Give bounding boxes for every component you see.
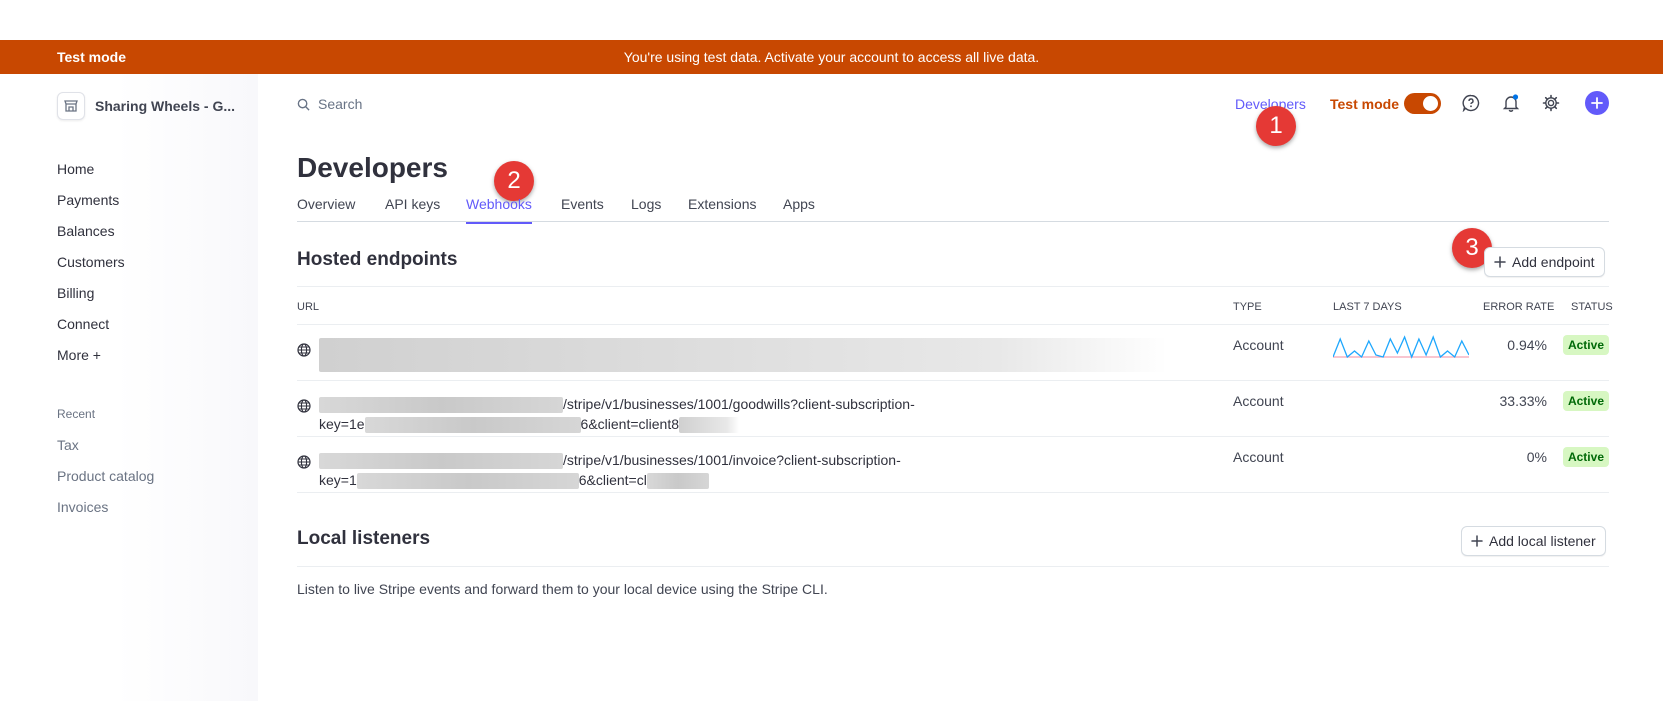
table-row[interactable]: Account 0.94% Active	[297, 325, 1609, 381]
endpoint-url-line2: 6&client=client8	[580, 416, 679, 432]
add-endpoint-button[interactable]: Add endpoint	[1484, 247, 1605, 277]
test-mode-toggle[interactable]	[1404, 93, 1441, 114]
recent-heading: Recent	[57, 407, 96, 421]
main-nav: Home Payments Balances Customers Billing…	[57, 154, 125, 371]
nav-item-payments[interactable]: Payments	[57, 185, 125, 216]
create-plus-icon[interactable]	[1585, 91, 1609, 115]
help-icon[interactable]	[1459, 91, 1483, 115]
banner-message: You're using test data. Activate your ac…	[623, 49, 1040, 65]
endpoint-url: /stripe/v1/businesses/1001/goodwills?cli…	[319, 394, 915, 434]
annotation-badge-1: 1	[1256, 106, 1296, 146]
sparkline-series	[1333, 335, 1469, 359]
tab-apps[interactable]: Apps	[783, 196, 815, 212]
divider	[297, 566, 1609, 567]
nav-item-balances[interactable]: Balances	[57, 216, 125, 247]
redacted-text	[679, 417, 739, 434]
endpoint-type: Account	[1233, 449, 1284, 465]
plus-icon	[1471, 535, 1483, 547]
endpoint-error-rate: 0%	[1526, 449, 1547, 465]
tab-api-keys[interactable]: API keys	[385, 196, 440, 212]
redacted-text	[364, 417, 581, 434]
local-listeners-title: Local listeners	[297, 528, 431, 549]
endpoint-url-line2-prefix: key=1	[319, 472, 357, 488]
recent-item-invoices[interactable]: Invoices	[57, 492, 154, 523]
status-badge: Active	[1562, 335, 1609, 355]
divider	[297, 286, 1609, 287]
endpoint-type: Account	[1233, 337, 1284, 353]
banner-mode-label: Test mode	[57, 49, 126, 65]
local-listeners-description: Listen to live Stripe events and forward…	[297, 581, 828, 597]
endpoint-error-rate: 33.33%	[1499, 393, 1547, 409]
endpoint-url-line2: 6&client=cl	[578, 472, 647, 488]
globe-icon	[297, 455, 311, 469]
tab-webhooks[interactable]: Webhooks	[466, 196, 532, 224]
tab-overview[interactable]: Overview	[297, 196, 355, 212]
endpoint-url-line1: /stripe/v1/businesses/1001/invoice?clien…	[563, 452, 901, 468]
column-header-error-rate: ERROR RATE	[1483, 301, 1555, 313]
sidebar: Sharing Wheels - G... Home Payments Bala…	[0, 74, 258, 701]
redacted-url	[319, 338, 1167, 372]
nav-item-customers[interactable]: Customers	[57, 247, 125, 278]
plus-icon	[1494, 256, 1506, 268]
tab-logs[interactable]: Logs	[631, 196, 661, 212]
recent-list: Tax Product catalog Invoices	[57, 430, 154, 523]
endpoint-url-line1: /stripe/v1/businesses/1001/goodwills?cli…	[563, 396, 915, 412]
table-row[interactable]: /stripe/v1/businesses/1001/goodwills?cli…	[297, 381, 1609, 437]
endpoint-url-line2-prefix: key=1e	[319, 416, 365, 432]
recent-item-tax[interactable]: Tax	[57, 430, 154, 461]
column-header-type: TYPE	[1233, 301, 1262, 313]
test-mode-banner: Test mode You're using test data. Activa…	[0, 40, 1663, 74]
add-local-listener-label: Add local listener	[1489, 533, 1596, 549]
nav-item-billing[interactable]: Billing	[57, 278, 125, 309]
add-local-listener-button[interactable]: Add local listener	[1461, 526, 1606, 556]
page-title: Developers	[297, 152, 448, 183]
redacted-text	[319, 453, 563, 470]
redacted-text	[356, 473, 579, 490]
tab-extensions[interactable]: Extensions	[688, 196, 756, 212]
settings-gear-icon[interactable]	[1539, 91, 1563, 115]
endpoint-url: /stripe/v1/businesses/1001/invoice?clien…	[319, 450, 901, 490]
hosted-endpoints-title: Hosted endpoints	[297, 249, 458, 270]
column-header-last-7-days: LAST 7 DAYS	[1333, 301, 1402, 313]
table-row[interactable]: /stripe/v1/businesses/1001/invoice?clien…	[297, 437, 1609, 493]
endpoint-error-rate: 0.94%	[1507, 337, 1547, 353]
recent-item-product-catalog[interactable]: Product catalog	[57, 461, 154, 492]
sparkline-chart	[1333, 335, 1469, 359]
top-spacer	[0, 0, 1663, 40]
globe-icon	[297, 343, 311, 357]
top-toolbar: Developers Test mode	[0, 88, 1663, 120]
add-endpoint-label: Add endpoint	[1512, 254, 1595, 270]
nav-item-more[interactable]: More +	[57, 340, 125, 371]
tab-events[interactable]: Events	[561, 196, 604, 212]
globe-icon	[297, 399, 311, 413]
notification-bell-icon[interactable]	[1499, 91, 1523, 115]
endpoint-url	[319, 338, 1167, 372]
column-header-url: URL	[297, 301, 320, 313]
status-badge: Active	[1562, 447, 1609, 467]
column-header-status: STATUS	[1571, 301, 1613, 313]
test-mode-label: Test mode	[1330, 96, 1399, 112]
status-badge: Active	[1562, 391, 1609, 411]
developer-tabs: Overview API keys Webhooks Events Logs E…	[297, 192, 1609, 224]
redacted-text	[646, 473, 709, 490]
redacted-text	[319, 397, 563, 414]
nav-item-connect[interactable]: Connect	[57, 309, 125, 340]
endpoint-type: Account	[1233, 393, 1284, 409]
nav-item-home[interactable]: Home	[57, 154, 125, 185]
